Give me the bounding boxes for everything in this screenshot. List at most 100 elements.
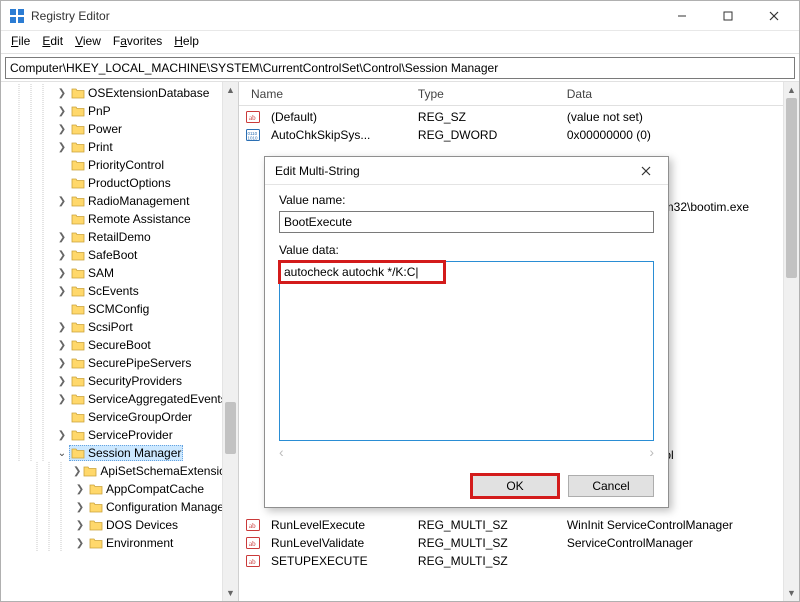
tree-item[interactable]: ❯ Configuration Manager <box>9 498 238 516</box>
value-name-field[interactable] <box>279 211 654 233</box>
expander-icon[interactable]: ❯ <box>73 464 81 478</box>
tree-guide <box>9 426 55 444</box>
scroll-down-icon[interactable]: ▼ <box>784 585 799 601</box>
tree-item[interactable]: ❯ DOS Devices <box>9 516 238 534</box>
tree-label: PriorityControl <box>88 158 164 172</box>
expander-icon[interactable]: ❯ <box>55 338 69 352</box>
tree-item[interactable]: ❯ PnP <box>9 102 238 120</box>
tree-item[interactable]: ProductOptions <box>9 174 238 192</box>
close-button[interactable] <box>751 2 797 30</box>
tree-item[interactable]: ❯ SafeBoot <box>9 246 238 264</box>
expander-icon[interactable] <box>55 158 69 172</box>
svg-text:ab: ab <box>249 114 256 122</box>
column-headers: Name Type Data <box>239 82 799 106</box>
tree-label: DOS Devices <box>106 518 178 532</box>
maximize-button[interactable] <box>705 2 751 30</box>
tree-item[interactable]: ❯ AppCompatCache <box>9 480 238 498</box>
expander-icon[interactable]: ❯ <box>55 356 69 370</box>
tree-item[interactable]: ❯ ServiceAggregatedEvents <box>9 390 238 408</box>
ok-button[interactable]: OK <box>472 475 558 497</box>
expander-icon[interactable]: ❯ <box>55 140 69 154</box>
tree-item[interactable]: ❯ ScEvents <box>9 282 238 300</box>
value-row[interactable]: ab SETUPEXECUTE REG_MULTI_SZ <box>245 552 799 570</box>
expander-icon[interactable] <box>55 410 69 424</box>
expander-icon[interactable]: ❯ <box>73 500 87 514</box>
scroll-up-icon[interactable]: ▲ <box>784 82 799 98</box>
tree-item[interactable]: ⌄ Session Manager <box>9 444 238 462</box>
tree-item[interactable]: ❯ ApiSetSchemaExtensions <box>9 462 238 480</box>
cancel-button[interactable]: Cancel <box>568 475 654 497</box>
scroll-down-icon[interactable]: ▼ <box>223 585 238 601</box>
tree-item[interactable]: ❯ ScsiPort <box>9 318 238 336</box>
scroll-thumb[interactable] <box>225 402 236 454</box>
edit-multistring-dialog: Edit Multi-String Value name: Value data… <box>264 156 669 508</box>
expander-icon[interactable] <box>55 302 69 316</box>
expander-icon[interactable]: ❯ <box>55 374 69 388</box>
expander-icon[interactable]: ❯ <box>73 518 87 532</box>
tree-item[interactable]: ❯ Print <box>9 138 238 156</box>
tree-item[interactable]: ❯ RetailDemo <box>9 228 238 246</box>
tree-item[interactable]: ❯ ServiceProvider <box>9 426 238 444</box>
expander-icon[interactable]: ❯ <box>55 194 69 208</box>
values-scrollbar[interactable]: ▲ ▼ <box>783 82 799 601</box>
dialog-close-button[interactable] <box>628 159 664 183</box>
col-data[interactable]: Data <box>561 85 799 103</box>
svg-text:ab: ab <box>249 540 256 548</box>
menu-favorites[interactable]: Favorites <box>109 33 166 49</box>
expander-icon[interactable]: ❯ <box>55 284 69 298</box>
expander-icon[interactable]: ❯ <box>55 266 69 280</box>
expander-icon[interactable] <box>55 212 69 226</box>
menu-view[interactable]: View <box>71 33 105 49</box>
minimize-button[interactable] <box>659 2 705 30</box>
tree-guide <box>9 300 55 318</box>
tree-guide <box>9 246 55 264</box>
menu-file[interactable]: File <box>7 33 34 49</box>
value-name: AutoChkSkipSys... <box>265 128 412 142</box>
tree-item[interactable]: PriorityControl <box>9 156 238 174</box>
svg-text:1010: 1010 <box>248 136 259 141</box>
tree-guide <box>9 174 55 192</box>
value-data-field[interactable] <box>279 261 654 441</box>
tree-guide <box>9 336 55 354</box>
tree-label: ScsiPort <box>88 320 133 334</box>
tree-item[interactable]: ❯ OSExtensionDatabase <box>9 84 238 102</box>
tree-item[interactable]: ❯ Environment <box>9 534 238 552</box>
tree-guide <box>27 480 73 498</box>
tree-item[interactable]: ❯ Power <box>9 120 238 138</box>
tree-item[interactable]: ❯ RadioManagement <box>9 192 238 210</box>
expander-icon[interactable]: ❯ <box>55 104 69 118</box>
value-row[interactable]: 01101010 AutoChkSkipSys... REG_DWORD 0x0… <box>245 126 799 144</box>
col-name[interactable]: Name <box>245 85 412 103</box>
tree-item[interactable]: ❯ SecurePipeServers <box>9 354 238 372</box>
tree-scrollbar[interactable]: ▲ ▼ <box>222 82 238 601</box>
value-row[interactable]: ab RunLevelValidate REG_MULTI_SZ Service… <box>245 534 799 552</box>
expander-icon[interactable]: ❯ <box>55 428 69 442</box>
col-type[interactable]: Type <box>412 85 561 103</box>
menu-edit[interactable]: Edit <box>38 33 67 49</box>
tree-item[interactable]: ❯ SecureBoot <box>9 336 238 354</box>
textarea-hscroll[interactable]: ‹› <box>279 441 654 459</box>
expander-icon[interactable]: ❯ <box>55 122 69 136</box>
expander-icon[interactable]: ⌄ <box>55 446 69 460</box>
menu-help[interactable]: Help <box>170 33 203 49</box>
expander-icon[interactable]: ❯ <box>73 536 87 550</box>
expander-icon[interactable]: ❯ <box>55 230 69 244</box>
tree-item[interactable]: SCMConfig <box>9 300 238 318</box>
value-type: REG_DWORD <box>412 128 561 142</box>
scroll-thumb[interactable] <box>786 98 797 278</box>
value-row[interactable]: ab RunLevelExecute REG_MULTI_SZ WinInit … <box>245 516 799 534</box>
expander-icon[interactable]: ❯ <box>55 86 69 100</box>
value-row[interactable]: ab (Default) REG_SZ (value not set) <box>245 108 799 126</box>
expander-icon[interactable]: ❯ <box>73 482 87 496</box>
expander-icon[interactable] <box>55 176 69 190</box>
expander-icon[interactable]: ❯ <box>55 248 69 262</box>
address-bar[interactable]: Computer\HKEY_LOCAL_MACHINE\SYSTEM\Curre… <box>5 57 795 79</box>
expander-icon[interactable]: ❯ <box>55 392 69 406</box>
scroll-up-icon[interactable]: ▲ <box>223 82 238 98</box>
tree-item[interactable]: Remote Assistance <box>9 210 238 228</box>
tree-label: ServiceAggregatedEvents <box>88 392 227 406</box>
tree-item[interactable]: ❯ SecurityProviders <box>9 372 238 390</box>
expander-icon[interactable]: ❯ <box>55 320 69 334</box>
tree-item[interactable]: ServiceGroupOrder <box>9 408 238 426</box>
tree-item[interactable]: ❯ SAM <box>9 264 238 282</box>
